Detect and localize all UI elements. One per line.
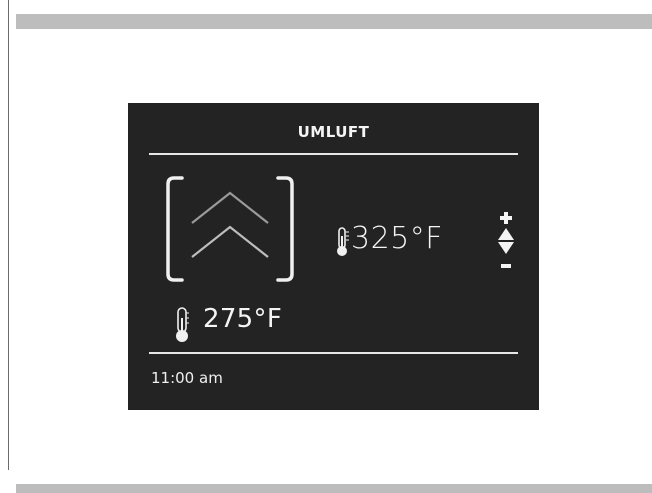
thermometer-icon: [176, 307, 189, 342]
triangle-down-icon[interactable]: [498, 242, 514, 254]
plus-icon[interactable]: [498, 211, 514, 225]
thermometer-icon: [337, 227, 349, 256]
left-margin-rule: [8, 0, 9, 470]
minus-icon[interactable]: [498, 262, 514, 270]
top-divider-bar: [16, 14, 652, 29]
current-temperature: 275°F: [203, 304, 283, 334]
footer-divider: [149, 352, 518, 354]
header-divider: [149, 153, 518, 155]
set-temperature[interactable]: 325°F: [351, 221, 443, 256]
bottom-divider-bar: [16, 484, 652, 493]
clock-time: 11:00 am: [151, 369, 223, 387]
mode-title: UMLUFT: [297, 123, 370, 141]
oven-display-screen: UMLUFT 325°F 275°F 11:00 am: [128, 103, 539, 410]
triangle-up-icon[interactable]: [498, 228, 514, 240]
temperature-stepper[interactable]: [498, 211, 514, 273]
convection-mode-icon[interactable]: [164, 175, 296, 283]
